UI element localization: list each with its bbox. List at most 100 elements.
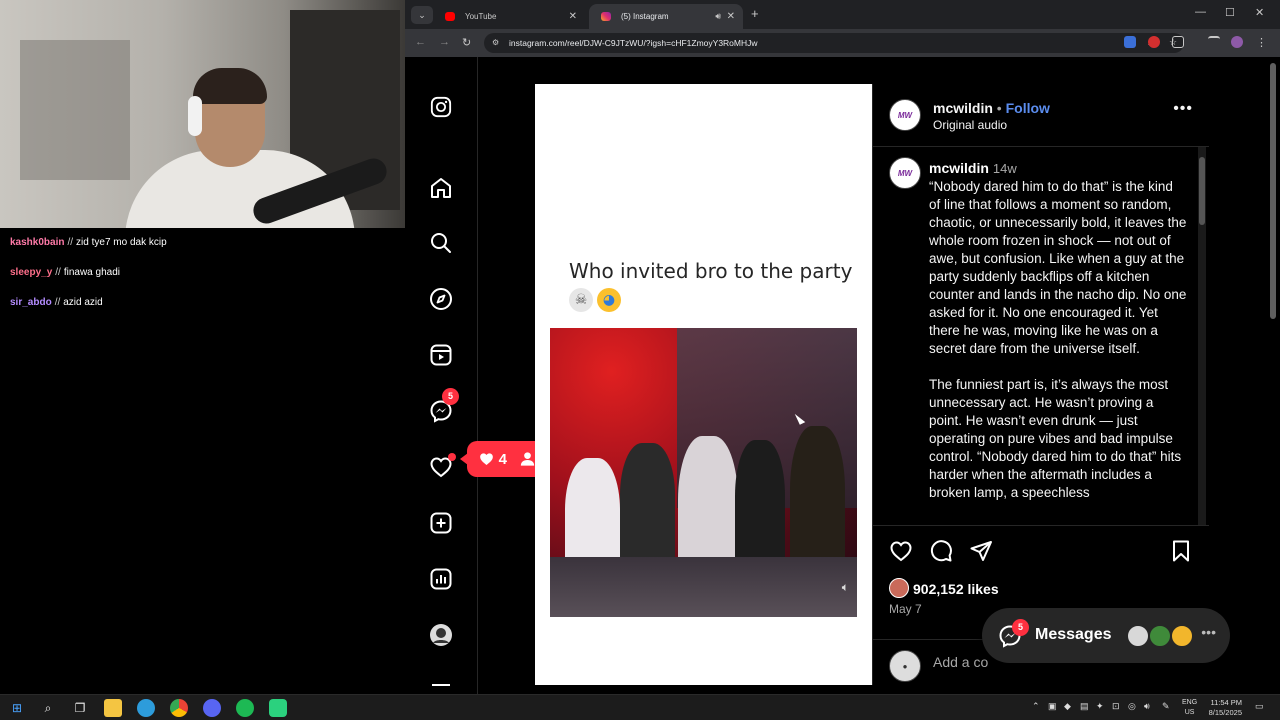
address-bar[interactable]: ⚙ instagram.com/reel/DJW-C9JTzWU/?igsh=c… (484, 33, 1184, 53)
chat-text: zid tye7 mo dak kcip (76, 237, 167, 248)
browser-menu-icon[interactable]: ⋮ (1256, 36, 1267, 49)
create-plus-icon[interactable] (429, 511, 453, 535)
comments-scrollbar[interactable] (1198, 147, 1206, 525)
notification-dot (448, 453, 456, 461)
liker-avatar[interactable] (889, 578, 909, 598)
comment-bubble-icon[interactable] (929, 539, 953, 563)
notifications-heart-icon[interactable] (429, 453, 456, 479)
more-options-icon[interactable]: ••• (1173, 100, 1193, 118)
streaming-app-icon[interactable] (269, 699, 287, 717)
dashboard-chart-icon[interactable] (429, 567, 453, 591)
messenger-icon[interactable]: 5 (429, 388, 459, 423)
task-view-icon[interactable]: ❐ (71, 699, 89, 717)
site-info-icon[interactable]: ⚙ (492, 38, 502, 48)
bookmark-icon[interactable] (1169, 539, 1193, 563)
chat-separator: // (54, 297, 61, 308)
extension-icon[interactable] (1148, 36, 1160, 48)
chat-text: azid azid (63, 297, 103, 308)
tray-app-icon[interactable]: ✦ (1096, 701, 1104, 712)
volume-icon[interactable]: 🔊︎ (1144, 701, 1150, 712)
person-icon (520, 452, 535, 466)
minimize-icon[interactable]: — (1195, 6, 1206, 18)
add-comment-input[interactable]: Add a co (933, 654, 988, 670)
chrome-icon[interactable] (170, 699, 188, 717)
likes-count: 4 (498, 450, 507, 468)
conversation-avatar[interactable] (1170, 624, 1194, 648)
forward-icon[interactable]: → (439, 36, 450, 48)
tray-app-icon[interactable]: ▣ (1048, 701, 1057, 712)
comment-header: mcwildin 14w (929, 160, 1017, 176)
viewer-avatar: ● (889, 650, 921, 682)
tray-app-icon[interactable]: ◎ (1128, 701, 1136, 712)
scrollbar-thumb[interactable] (1199, 157, 1205, 225)
profile-avatar-icon[interactable] (429, 623, 453, 647)
post-header: MW mcwildin • Follow Original audio ••• (873, 84, 1209, 147)
video-player[interactable]: 🔈︎ (550, 328, 857, 617)
language-indicator[interactable]: ENG US (1182, 698, 1197, 718)
explore-compass-icon[interactable] (429, 287, 453, 311)
puzzle-icon[interactable] (1172, 36, 1184, 48)
share-send-icon[interactable] (969, 539, 993, 563)
instagram-page: 5 4 1 (405, 57, 1280, 694)
author-avatar[interactable]: MW (889, 99, 921, 131)
file-explorer-icon[interactable] (104, 699, 122, 717)
tray-app-icon[interactable]: ◆ (1064, 701, 1071, 712)
audio-label[interactable]: Original audio (933, 118, 1007, 132)
maximize-icon[interactable]: ☐ (1225, 6, 1235, 19)
home-icon[interactable] (429, 176, 453, 200)
edge-browser-icon[interactable] (137, 699, 155, 717)
media-control-icon[interactable] (1208, 36, 1220, 48)
video-floor (550, 557, 857, 617)
page-scrollbar[interactable] (1270, 63, 1276, 319)
headphone (188, 96, 202, 136)
likes-count[interactable]: 902,152 likes (913, 581, 999, 597)
clock-date: 8/15/2025 (1208, 708, 1242, 717)
tab-title: (5) Instagram (621, 12, 669, 21)
comments-section: MW mcwildin 14w “Nobody dared him to do t… (873, 147, 1209, 525)
stream-chat: kashk0bain//zid tye7 mo dak kcip sleepy_… (0, 228, 405, 694)
youtube-icon (445, 12, 455, 21)
app-icon[interactable] (203, 699, 221, 717)
reload-icon[interactable]: ↻ (462, 36, 471, 49)
tray-app-icon[interactable]: ⊡ (1112, 701, 1120, 712)
clock-time: 11:54 PM (1210, 698, 1242, 707)
browser-toolbar: ← → ↻ ⚙ instagram.com/reel/DJW-C9JTzWU/?… (405, 29, 1280, 57)
tray-overflow-icon[interactable]: ⌃ (1032, 701, 1040, 712)
system-clock[interactable]: 11:54 PM 8/15/2025 (1202, 698, 1242, 718)
mute-icon[interactable]: 🔈︎ (842, 580, 849, 595)
messages-count-badge: 5 (442, 388, 459, 405)
reels-icon[interactable] (429, 343, 453, 367)
tab-search-button[interactable]: ⌄ (411, 6, 433, 24)
author-username[interactable]: mcwildin (933, 100, 993, 116)
extension-icon[interactable] (1124, 36, 1136, 48)
tray-app-icon[interactable]: ▤ (1080, 701, 1089, 712)
windows-start-icon[interactable]: ⊞ (8, 699, 26, 717)
profile-avatar-icon[interactable] (1231, 36, 1243, 48)
tab-youtube[interactable]: YouTube ✕ (433, 4, 585, 29)
close-icon[interactable]: ✕ (727, 4, 735, 29)
more-conversations-icon[interactable]: ••• (1201, 624, 1216, 640)
messages-button[interactable]: 5 Messages ••• (982, 608, 1230, 663)
pen-icon[interactable]: ✎ (1162, 701, 1170, 712)
new-tab-button[interactable]: + (751, 6, 759, 21)
tab-instagram[interactable]: (5) Instagram 🔊︎ ✕ (589, 4, 743, 29)
search-icon[interactable]: ⌕ (39, 699, 57, 717)
speaker-icon[interactable]: 🔊︎ (715, 4, 721, 29)
region-code: US (1184, 709, 1195, 716)
video-person (620, 443, 675, 573)
instagram-logo-icon[interactable] (429, 95, 453, 119)
comment-username[interactable]: mcwildin (929, 160, 989, 176)
conversation-avatar[interactable] (1148, 624, 1172, 648)
notification-center-icon[interactable]: ▭ (1255, 701, 1264, 712)
conversation-avatar[interactable] (1126, 624, 1150, 648)
like-heart-icon[interactable] (889, 539, 913, 563)
spotify-icon[interactable] (236, 699, 254, 717)
back-icon[interactable]: ← (415, 36, 426, 48)
reel-media[interactable]: Who invited bro to the party ☠ ◕ 🔈︎ (535, 84, 872, 685)
close-icon[interactable]: ✕ (569, 4, 577, 29)
follow-button[interactable]: Follow (1006, 100, 1050, 116)
comment-author-avatar[interactable]: MW (889, 157, 921, 189)
window-close-icon[interactable]: ✕ (1255, 6, 1264, 19)
instagram-icon (601, 12, 611, 21)
search-icon[interactable] (429, 231, 453, 255)
